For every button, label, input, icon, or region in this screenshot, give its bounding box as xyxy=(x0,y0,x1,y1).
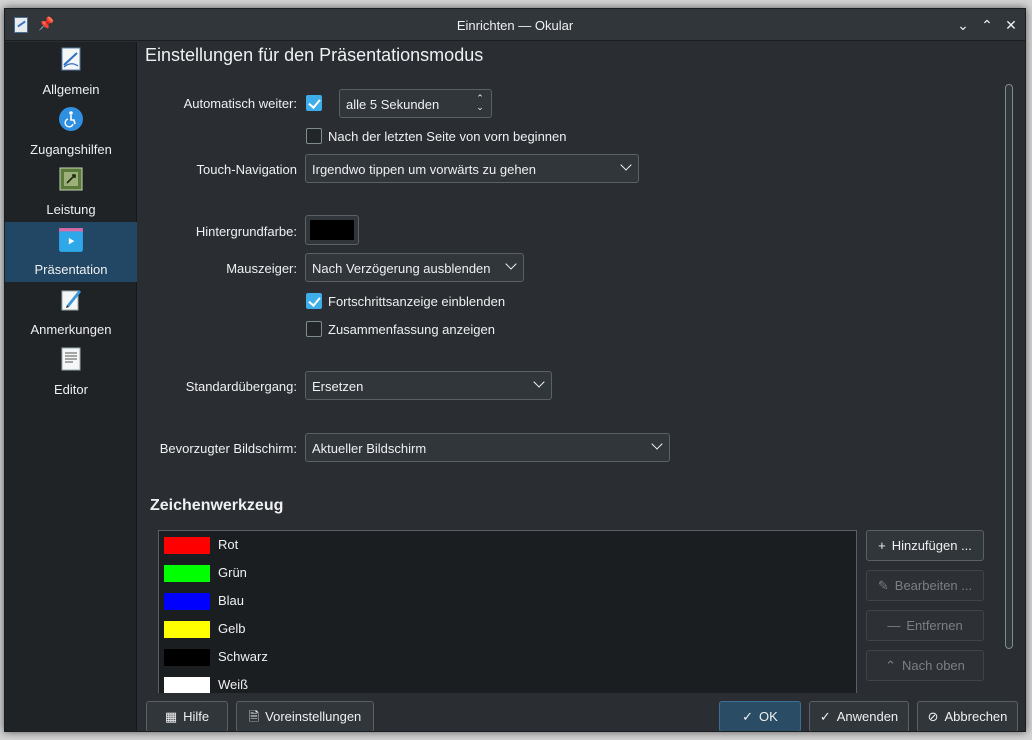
defaults-button[interactable]: 🗎 Voreinstellungen xyxy=(236,701,374,731)
sidebar-item-label: Allgemein xyxy=(42,82,100,97)
checkmark-icon: ✓ xyxy=(819,709,831,724)
background-color-label: Hintergrundfarbe: xyxy=(195,224,297,239)
color-swatch xyxy=(163,648,211,667)
auto-advance-label: Automatisch weiter: xyxy=(183,96,297,111)
progress-label: Fortschrittsanzeige einblenden xyxy=(328,294,506,309)
loop-checkbox[interactable] xyxy=(306,128,322,144)
help-icon: ▦ xyxy=(164,709,178,724)
mouse-cursor-value: Nach Verzögerung ausblenden xyxy=(312,261,491,276)
sidebar-item-label: Präsentation xyxy=(34,262,108,277)
background-color-button[interactable] xyxy=(305,215,359,245)
loop-label: Nach der letzten Seite von vorn beginnen xyxy=(328,129,567,144)
background-color-swatch xyxy=(310,220,354,240)
sidebar-item-editor[interactable]: Editor xyxy=(5,342,137,402)
performance-icon xyxy=(59,167,83,191)
tool-name: Gelb xyxy=(218,621,246,636)
progress-checkbox[interactable] xyxy=(306,293,322,309)
close-button[interactable]: ✕ xyxy=(1001,15,1021,35)
touch-nav-label: Touch-Navigation xyxy=(196,162,297,177)
list-item[interactable]: Blau xyxy=(159,587,856,615)
window-title: Einrichten — Okular xyxy=(456,18,574,33)
document-icon: 🗎 xyxy=(248,709,260,724)
transition-select[interactable]: Ersetzen xyxy=(305,371,552,400)
mouse-cursor-label: Mauszeiger: xyxy=(226,261,297,276)
transition-value: Ersetzen xyxy=(312,379,364,394)
color-swatch xyxy=(163,536,211,555)
maximize-button[interactable]: ⌃ xyxy=(977,15,997,35)
sidebar-item-general[interactable]: Allgemein xyxy=(5,42,137,102)
pencil-icon: ✎ xyxy=(877,578,889,593)
transition-label: Standardübergang: xyxy=(185,379,297,394)
cancel-icon: ⊘ xyxy=(927,709,939,724)
tool-name: Blau xyxy=(218,593,245,608)
screen-select[interactable]: Aktueller Bildschirm xyxy=(305,433,670,462)
chevron-down-icon xyxy=(620,159,632,171)
screen-label: Bevorzugter Bildschirm: xyxy=(159,441,297,456)
sidebar-item-label: Anmerkungen xyxy=(30,322,112,337)
summary-checkbox[interactable] xyxy=(306,321,322,337)
sidebar-item-performance[interactable]: Leistung xyxy=(5,162,137,222)
sidebar-item-label: Zugangshilfen xyxy=(30,142,112,157)
mouse-cursor-select[interactable]: Nach Verzögerung ausblenden xyxy=(305,253,524,282)
sidebar-item-presentation[interactable]: Präsentation xyxy=(5,222,137,282)
list-item[interactable]: Schwarz xyxy=(159,643,856,671)
color-swatch xyxy=(163,592,211,611)
page-title: Einstellungen für den Präsentationsmodus xyxy=(145,45,484,65)
screen-value: Aktueller Bildschirm xyxy=(312,441,427,456)
chevron-down-icon xyxy=(505,258,517,270)
annotations-icon xyxy=(61,290,81,311)
apply-button[interactable]: ✓ Anwenden xyxy=(809,701,909,731)
ok-button[interactable]: ✓ OK xyxy=(719,701,801,731)
settings-sidebar: Allgemein Zugangshilfen Leistung Präsent… xyxy=(5,42,137,731)
color-swatch xyxy=(163,620,211,639)
scrollbar-thumb[interactable] xyxy=(1005,84,1013,649)
title-bar: 📌 Einrichten — Okular ⌄ ⌃ ✕ xyxy=(5,9,1025,41)
checkmark-icon: ✓ xyxy=(742,709,754,724)
help-button[interactable]: ▦ Hilfe xyxy=(146,701,228,731)
sidebar-item-accessibility[interactable]: Zugangshilfen xyxy=(5,102,137,162)
editor-icon xyxy=(61,347,81,371)
touch-nav-select[interactable]: Irgendwo tippen um vorwärts zu gehen xyxy=(305,154,639,183)
auto-advance-checkbox[interactable] xyxy=(306,95,322,111)
general-icon xyxy=(61,47,81,71)
edit-tool-button[interactable]: ✎ Bearbeiten ... xyxy=(866,570,984,601)
sidebar-item-label: Editor xyxy=(54,382,88,397)
tool-name: Schwarz xyxy=(218,649,268,664)
presentation-icon xyxy=(59,228,83,252)
plus-icon: + xyxy=(878,538,886,553)
spin-arrows-icon[interactable]: ⌃ ⌄ xyxy=(475,94,485,112)
cancel-button[interactable]: ⊘ Abbrechen xyxy=(917,701,1018,731)
drawing-tools-heading: Zeichenwerkzeug xyxy=(150,497,284,514)
list-item[interactable]: Rot xyxy=(159,531,856,559)
tool-name: Rot xyxy=(218,537,239,552)
settings-dialog: 📌 Einrichten — Okular ⌄ ⌃ ✕ Allgemein Zu… xyxy=(4,8,1026,732)
drawing-tools-list[interactable]: Rot Grün Blau Gelb Schwarz Weiß xyxy=(158,530,857,696)
tool-name: Grün xyxy=(218,565,247,580)
dialog-footer: ▦ Hilfe 🗎 Voreinstellungen ✓ OK ✓ Anwenden ⊘… xyxy=(138,693,1025,731)
page-scrollbar[interactable] xyxy=(1003,82,1015,652)
touch-nav-value: Irgendwo tippen um vorwärts zu gehen xyxy=(312,162,537,177)
remove-tool-button[interactable]: — Entfernen xyxy=(866,610,984,641)
move-up-button[interactable]: ⌃ Nach oben xyxy=(866,650,984,681)
settings-page: Einstellungen für den Präsentationsmodus… xyxy=(138,42,1025,731)
sidebar-item-label: Leistung xyxy=(46,202,96,217)
chevron-up-icon: ⌃ xyxy=(885,658,896,673)
auto-advance-interval-spinbox[interactable]: alle 5 Sekunden ⌃ ⌄ xyxy=(339,89,492,118)
minimize-button[interactable]: ⌄ xyxy=(953,15,973,35)
interval-value: alle 5 Sekunden xyxy=(346,97,440,112)
color-swatch xyxy=(163,564,211,583)
summary-label: Zusammenfassung anzeigen xyxy=(328,322,495,337)
chevron-down-icon xyxy=(533,376,545,388)
list-item[interactable]: Grün xyxy=(159,559,856,587)
tool-name: Weiß xyxy=(218,677,249,692)
add-tool-button[interactable]: + Hinzufügen ... xyxy=(866,530,984,561)
accessibility-icon xyxy=(59,107,83,131)
chevron-down-icon xyxy=(651,438,663,450)
list-item[interactable]: Gelb xyxy=(159,615,856,643)
minus-icon: — xyxy=(887,618,901,633)
sidebar-item-annotations[interactable]: Anmerkungen xyxy=(5,282,137,342)
